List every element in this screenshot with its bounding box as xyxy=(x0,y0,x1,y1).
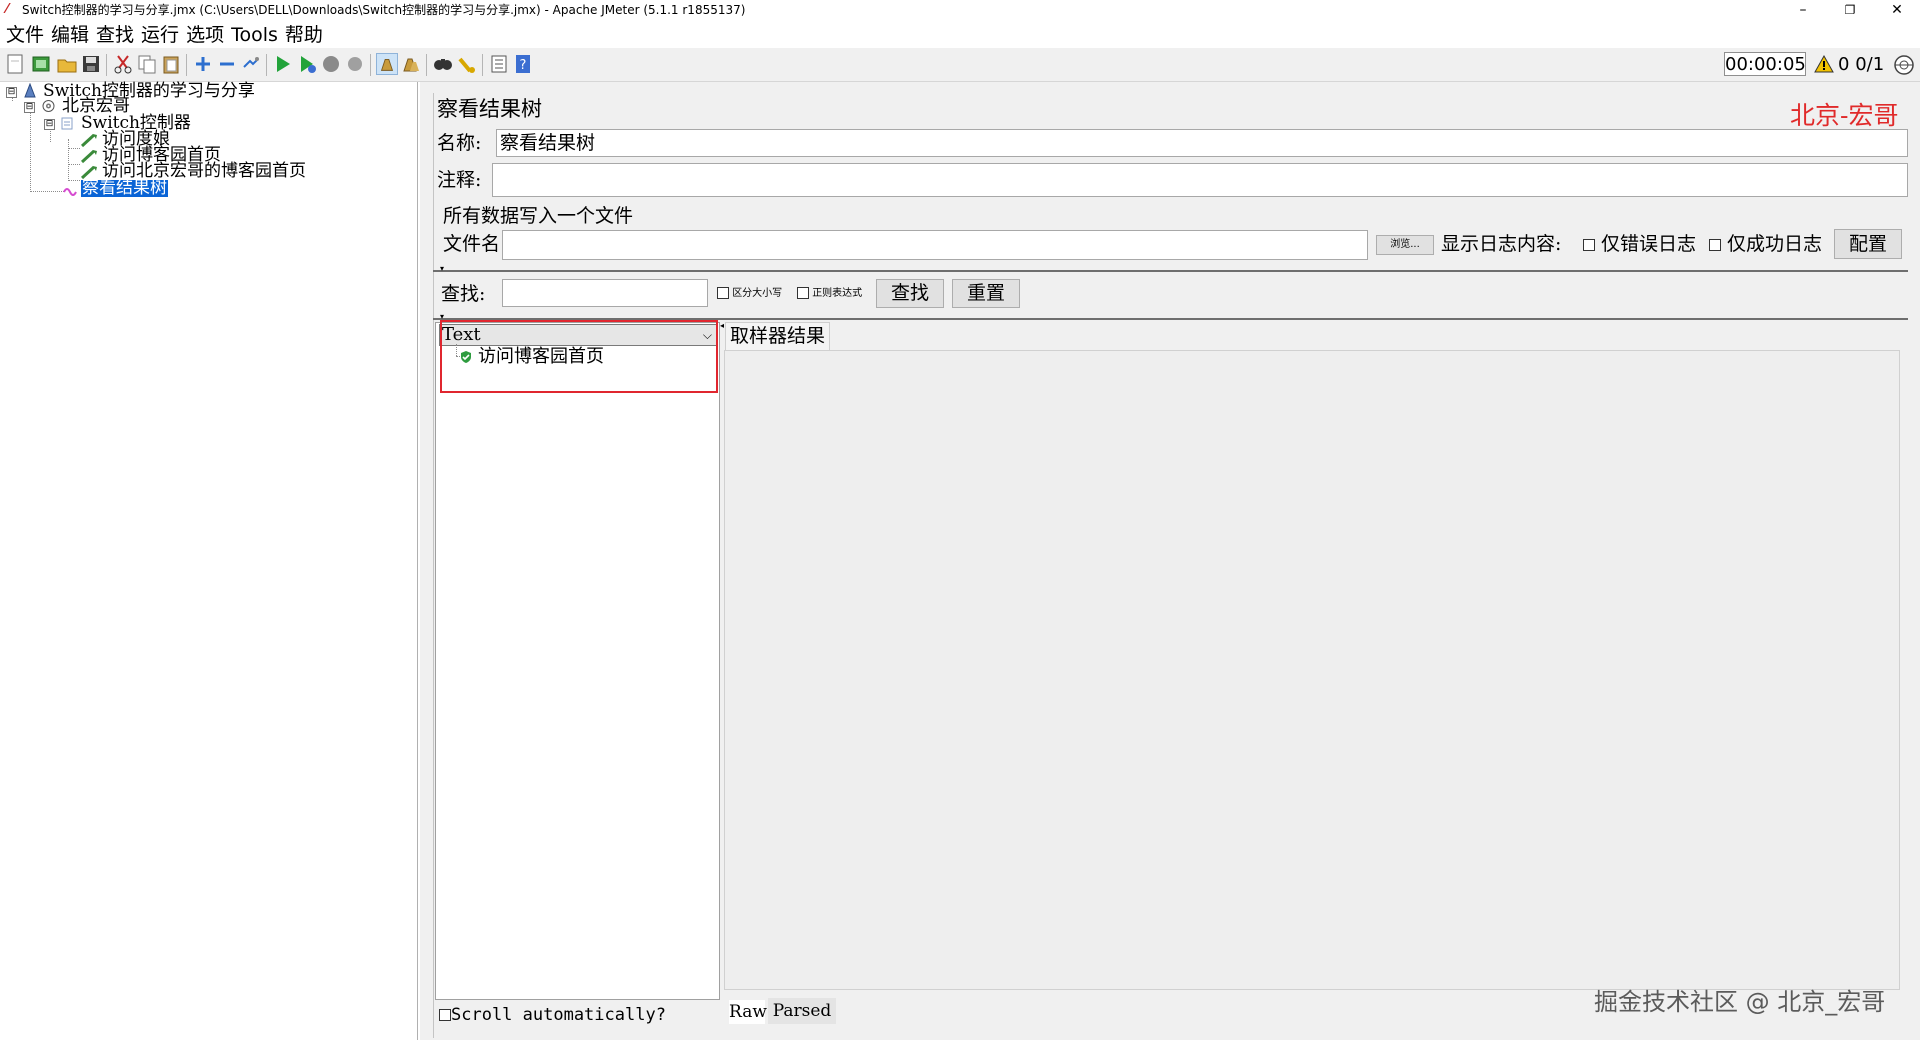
new-icon[interactable] xyxy=(4,53,26,75)
reset-search-icon[interactable] xyxy=(456,53,478,75)
configure-button[interactable]: 配置 xyxy=(1834,229,1902,259)
switch-controller-icon xyxy=(61,117,73,130)
reset-button[interactable]: 重置 xyxy=(952,279,1020,308)
filename-input[interactable] xyxy=(502,230,1368,260)
clear-icon[interactable] xyxy=(376,53,398,75)
name-label: 名称: xyxy=(437,132,482,154)
templates-icon[interactable] xyxy=(30,53,52,75)
regex-option[interactable]: 正则表达式 xyxy=(797,282,862,306)
testplan-icon xyxy=(24,83,36,98)
tab-parsed[interactable]: Parsed xyxy=(768,998,836,1024)
start-icon[interactable] xyxy=(272,53,294,75)
function-helper-icon[interactable] xyxy=(488,53,510,75)
jmeter-feather-icon: ⁄ xyxy=(6,2,9,17)
log-content-label: 显示日志内容: xyxy=(1441,233,1562,255)
shutdown-icon[interactable] xyxy=(344,53,366,75)
sampler-icon xyxy=(80,149,97,164)
case-sensitive-checkbox[interactable] xyxy=(717,287,729,299)
threadgroup-icon xyxy=(42,100,55,112)
minimize-button[interactable]: – xyxy=(1780,0,1826,22)
window-titlebar: ⁄ Switch控制器的学习与分享.jmx (C:\Users\DELL\Dow… xyxy=(0,0,1920,22)
case-sensitive-option[interactable]: 区分大小写 xyxy=(717,282,782,306)
menu-bar: 文件 编辑 查找 运行 选项 Tools 帮助 xyxy=(0,22,1920,48)
active-threads: 0/1 xyxy=(1855,54,1885,75)
scroll-auto-checkbox[interactable] xyxy=(439,1009,451,1021)
restore-button[interactable]: ❐ xyxy=(1827,0,1873,22)
test-plan-tree: ⊟ Switch控制器的学习与分享 ⊟ 北京宏哥 ⊟ Switch控制器 访问度… xyxy=(0,82,418,1040)
menu-run[interactable]: 运行 xyxy=(138,22,182,48)
close-button[interactable]: ✕ xyxy=(1874,0,1920,22)
results-list-panel xyxy=(435,322,720,1000)
tree-collapse-toggle[interactable]: ⊟ xyxy=(6,87,17,98)
listener-icon xyxy=(63,188,77,196)
footer-watermark: 掘金技术社区 @ 北京_宏哥 xyxy=(1594,988,1886,1016)
splitter-arrow-icon[interactable]: ▾ xyxy=(440,265,444,273)
file-section-title: 所有数据写入一个文件 xyxy=(443,205,634,227)
comment-field[interactable] xyxy=(492,163,1908,197)
menu-help[interactable]: 帮助 xyxy=(282,22,326,48)
copy-icon[interactable] xyxy=(136,53,158,75)
search-icon[interactable] xyxy=(432,53,454,75)
warning-count: 0 xyxy=(1838,54,1850,75)
author-watermark: 北京-宏哥 xyxy=(1790,101,1899,130)
search-input[interactable] xyxy=(502,279,708,307)
regex-checkbox[interactable] xyxy=(797,287,809,299)
open-icon[interactable] xyxy=(56,53,78,75)
scroll-auto-option[interactable]: Scroll automatically? xyxy=(439,1003,666,1027)
svg-text:?: ? xyxy=(520,58,527,73)
tree-collapse-toggle[interactable]: ⊟ xyxy=(44,119,55,130)
save-icon[interactable] xyxy=(80,53,102,75)
warning-icon[interactable] xyxy=(1814,55,1834,73)
panel-title: 察看结果树 xyxy=(437,97,542,121)
tab-raw[interactable]: Raw xyxy=(729,1000,767,1024)
tab-sampler-result[interactable]: 取样器结果 xyxy=(725,322,830,350)
help-icon[interactable]: ? xyxy=(512,53,534,75)
start-no-pause-icon[interactable] xyxy=(296,53,318,75)
name-field[interactable]: 察看结果树 xyxy=(496,129,1908,157)
elapsed-timer: 00:00:05 xyxy=(1724,52,1806,76)
success-only-checkbox[interactable] xyxy=(1709,239,1721,251)
menu-edit[interactable]: 编辑 xyxy=(48,22,92,48)
tree-collapse-toggle[interactable]: ⊟ xyxy=(24,102,35,113)
tree-node-label: 察看结果树 xyxy=(81,178,168,198)
toolbar: ? 00:00:05 0 0/1 xyxy=(0,48,1920,82)
cut-icon[interactable] xyxy=(112,53,134,75)
splitter[interactable] xyxy=(433,270,1908,272)
clear-all-icon[interactable] xyxy=(400,53,422,75)
paste-icon[interactable] xyxy=(160,53,182,75)
collapse-icon[interactable] xyxy=(216,53,238,75)
menu-options[interactable]: 选项 xyxy=(183,22,227,48)
toggle-icon[interactable] xyxy=(240,53,262,75)
splitter-arrow-icon[interactable]: ◂ xyxy=(720,322,724,330)
scroll-auto-label: Scroll automatically? xyxy=(451,1005,666,1025)
thread-counts: 0 0/1 xyxy=(1838,53,1884,77)
browse-button[interactable]: 浏览... xyxy=(1376,235,1434,255)
success-only-option[interactable]: 仅成功日志 xyxy=(1709,232,1822,256)
menu-search[interactable]: 查找 xyxy=(93,22,137,48)
case-sensitive-label: 区分大小写 xyxy=(732,288,783,299)
comment-label: 注释: xyxy=(437,169,482,191)
stop-icon[interactable] xyxy=(320,53,342,75)
errors-only-checkbox[interactable] xyxy=(1583,239,1595,251)
success-only-label: 仅成功日志 xyxy=(1727,233,1823,255)
remote-engines-icon[interactable] xyxy=(1893,54,1915,76)
errors-only-option[interactable]: 仅错误日志 xyxy=(1583,232,1696,256)
menu-file[interactable]: 文件 xyxy=(3,22,47,48)
window-title: Switch控制器的学习与分享.jmx (C:\Users\DELL\Downl… xyxy=(22,3,746,17)
find-button[interactable]: 查找 xyxy=(876,279,944,308)
regex-label: 正则表达式 xyxy=(812,288,863,299)
search-label: 查找: xyxy=(441,283,486,305)
sampler-result-content xyxy=(724,350,1900,990)
filename-label: 文件名 xyxy=(443,233,501,255)
errors-only-label: 仅错误日志 xyxy=(1601,233,1697,255)
expand-icon[interactable] xyxy=(192,53,214,75)
sampler-icon xyxy=(80,133,97,148)
menu-tools[interactable]: Tools xyxy=(228,22,281,48)
highlight-annotation xyxy=(440,320,718,393)
